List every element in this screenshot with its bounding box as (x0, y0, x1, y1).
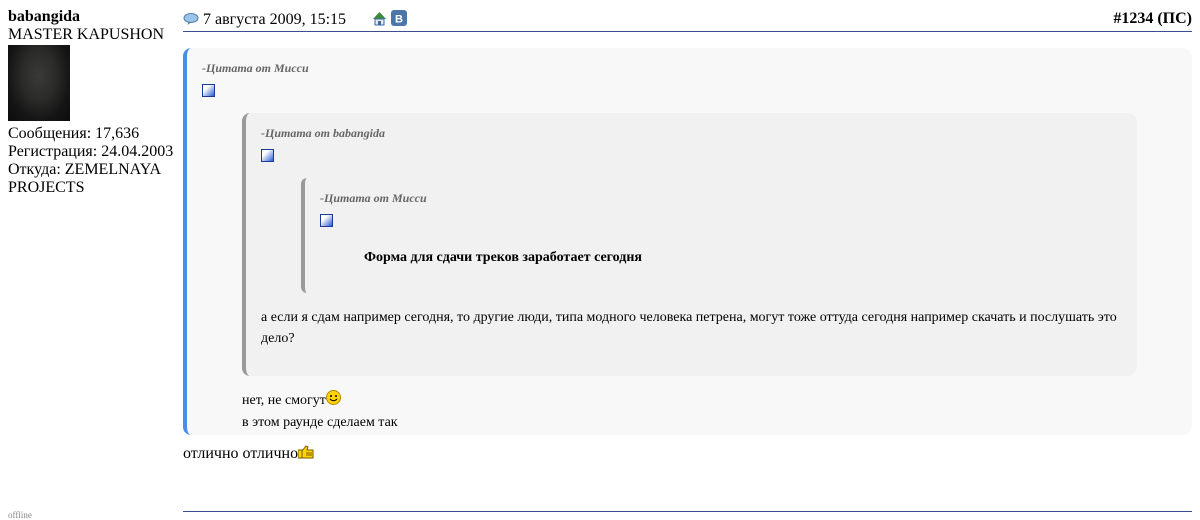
quote-text: в этом раунде сделаем так (242, 415, 398, 430)
user-title: MASTER KAPUSHON (8, 26, 165, 43)
vk-icon[interactable]: B (391, 10, 408, 31)
quote-link-icon[interactable] (320, 214, 333, 227)
user-info: babangida MASTER KAPUSHON Сообщения: 17,… (8, 8, 178, 197)
post-tag: ПС (1162, 10, 1187, 27)
quote-author: -Цитата от Мисси (202, 61, 309, 75)
quote-block-nested: -Цитата от babangida -Цитата от Мисси Фо… (242, 113, 1137, 376)
post-date: 7 августа 2009, 15:15 (203, 11, 347, 29)
avatar (8, 45, 70, 121)
post-bubble-icon (183, 12, 199, 30)
post-divider (183, 511, 1192, 512)
quote-author: -Цитата от Мисси (320, 191, 427, 205)
quote-block-nested: -Цитата от Мисси Форма для сдачи треков … (301, 178, 1117, 293)
post-header: 7 августа 2009, 15:15 B #1234 (ПС) (183, 0, 1192, 32)
registration-date: Регистрация: 24.04.2003 (8, 143, 174, 160)
post-text: отлично отлично (183, 445, 299, 462)
quote-text: нет, не смогут (242, 393, 326, 408)
quote-text: Форма для сдачи треков заработает сегодн… (364, 250, 642, 265)
quote-text: а если я сдам например сегодня, то други… (261, 310, 1117, 346)
quote-author: -Цитата от babangida (261, 126, 386, 140)
post-count: Сообщения: 17,636 (8, 125, 140, 142)
quote-link-icon[interactable] (261, 149, 274, 162)
quote-block: -Цитата от Мисси -Цитата от babangida -Ц… (183, 48, 1192, 435)
username[interactable]: babangida (8, 8, 178, 26)
home-icon[interactable] (372, 11, 387, 31)
svg-text:B: B (395, 14, 403, 26)
thumbs-up-icon (297, 445, 314, 464)
online-status: offline (8, 510, 32, 520)
post-number[interactable]: #1234 (1113, 10, 1153, 27)
quote-link-icon[interactable] (202, 84, 215, 97)
post: 7 августа 2009, 15:15 B #1234 (ПС) -Цита… (183, 0, 1192, 464)
user-location: Откуда: ZEMELNAYA PROJECTS (8, 161, 161, 196)
smile-icon (325, 390, 341, 412)
